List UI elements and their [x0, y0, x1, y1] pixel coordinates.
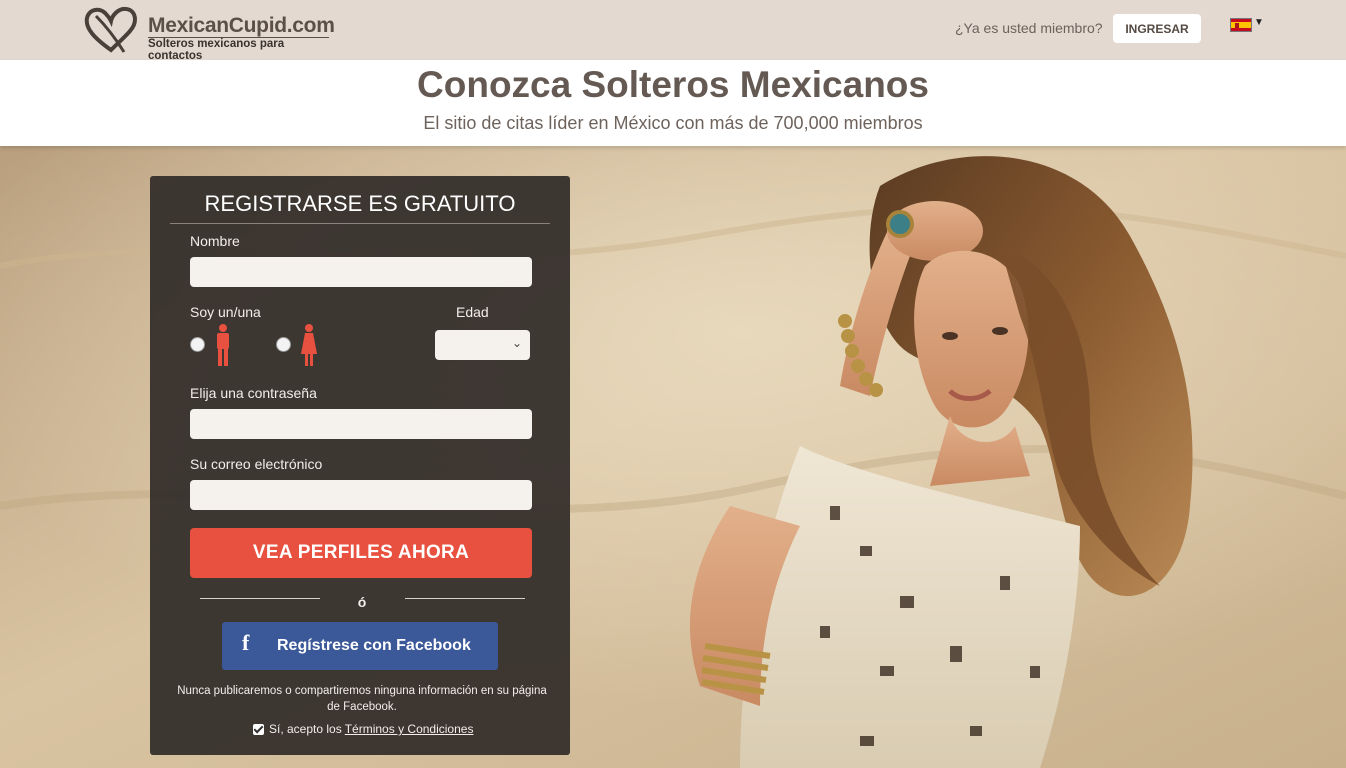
heart-logo-icon	[84, 6, 137, 53]
age-label: Edad	[456, 304, 489, 320]
page-subtitle: El sitio de citas líder en México con má…	[423, 113, 923, 133]
or-divider-right	[405, 598, 525, 599]
female-icon	[301, 324, 317, 366]
brand-name: MexicanCupid.com	[148, 14, 335, 37]
view-profiles-button[interactable]: VEA PERFILES AHORA	[190, 528, 532, 578]
title-divider	[170, 223, 550, 224]
or-text: ó	[357, 594, 367, 610]
age-select[interactable]: ⌄	[435, 330, 530, 360]
brand-tagline: Solteros mexicanos para contactos	[148, 38, 285, 62]
email-label: Su correo electrónico	[190, 456, 323, 472]
terms-row: Sí, acepto los Términos y Condiciones	[253, 722, 473, 736]
page-title: Conozca Solteros Mexicanos	[417, 64, 929, 105]
privacy-note: Nunca publicaremos o compartiremos ningu…	[177, 685, 547, 713]
email-input[interactable]	[190, 480, 532, 510]
hero-title-band: Conozca Solteros Mexicanos El sitio de c…	[0, 60, 1346, 146]
password-label: Elija una contraseña	[190, 385, 317, 401]
site-logo[interactable]: MexicanCupid.com Solteros mexicanos para…	[84, 6, 335, 62]
name-label: Nombre	[190, 233, 240, 249]
gender-label: Soy un/una	[190, 304, 261, 320]
facebook-signup-button[interactable]: f Regístrese con Facebook	[222, 622, 498, 670]
male-icon	[217, 324, 229, 366]
facebook-button-label: Regístrese con Facebook	[277, 637, 471, 654]
spain-flag-icon	[1230, 18, 1252, 32]
caret-down-icon: ▼	[1254, 17, 1264, 28]
signup-panel: REGISTRARSE ES GRATUITO Nombre Soy un/un…	[150, 176, 570, 755]
member-question: ¿Ya es usted miembro?	[955, 20, 1103, 36]
facebook-icon: f	[242, 630, 250, 655]
gender-male-radio[interactable]	[190, 337, 205, 352]
terms-link[interactable]: Términos y Condiciones	[345, 722, 474, 736]
signup-title: REGISTRARSE ES GRATUITO	[204, 191, 516, 216]
gender-female-radio[interactable]	[276, 337, 291, 352]
terms-prefix: Sí, acepto los	[269, 722, 342, 736]
top-header: MexicanCupid.com Solteros mexicanos para…	[0, 0, 1346, 62]
terms-checkbox[interactable]	[253, 723, 264, 735]
chevron-down-icon: ⌄	[511, 336, 522, 350]
login-button[interactable]: INGRESAR	[1113, 14, 1201, 43]
name-input[interactable]	[190, 257, 532, 287]
password-input[interactable]	[190, 409, 532, 439]
language-selector[interactable]: ▼	[1230, 18, 1268, 38]
